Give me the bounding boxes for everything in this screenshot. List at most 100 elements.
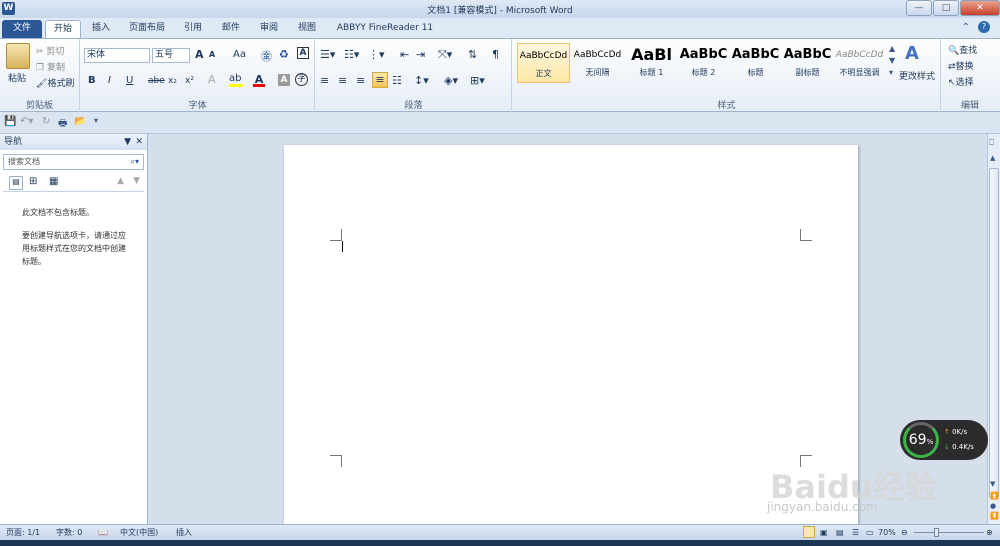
web-layout-icon[interactable]: ▤ (836, 525, 844, 540)
bullets-icon[interactable]: ☰▾ (320, 48, 335, 61)
styles-scroll-icon[interactable]: ▲ ▼ ▾ (889, 43, 895, 79)
print-layout-icon[interactable] (803, 526, 815, 538)
multilevel-list-icon[interactable]: ⋮▾ (368, 48, 385, 61)
clear-format-icon[interactable]: ♻ (279, 48, 289, 61)
style-title[interactable]: AaBbC 标题 (729, 43, 782, 83)
outline-icon[interactable]: ☰ (852, 525, 859, 540)
full-screen-icon[interactable]: ▣ (820, 525, 828, 540)
zoom-slider-thumb[interactable] (934, 528, 939, 537)
zoom-in-icon[interactable]: ⊕ (986, 525, 993, 540)
strikethrough-button[interactable]: abe (148, 76, 165, 86)
previous-icon[interactable]: ▲ (117, 176, 124, 186)
font-size-combo[interactable]: 五号 (152, 48, 190, 63)
align-left-icon[interactable]: ≡ (320, 74, 329, 87)
style-no-spacing[interactable]: AaBbCcDd 无间隔 (571, 43, 624, 83)
font-name-combo[interactable]: 宋体 (84, 48, 150, 63)
help-icon[interactable]: ? (978, 21, 990, 33)
align-right-icon[interactable]: ≡ (356, 74, 365, 87)
shrink-font-button[interactable]: A (209, 50, 215, 59)
tab-page-layout[interactable]: 页面布局 (124, 20, 170, 38)
numbering-icon[interactable]: ☷▾ (344, 48, 359, 61)
zoom-out-icon[interactable]: ⊖ (901, 525, 908, 540)
ruler-toggle-icon[interactable]: ⎕ (989, 138, 994, 148)
shading-icon[interactable]: ◈▾ (444, 74, 458, 87)
redo-icon[interactable]: ↻ (42, 116, 50, 127)
tab-mailings[interactable]: 邮件 (218, 20, 244, 38)
open-folder-icon[interactable]: 📂 (74, 116, 86, 127)
select-button[interactable]: ↖选择 (948, 75, 974, 88)
search-icon[interactable]: ⌕▾ (131, 155, 140, 169)
results-view-icon[interactable]: ▦ (49, 176, 58, 187)
style-subtitle[interactable]: AaBbC 副标题 (781, 43, 834, 83)
tab-abbyy[interactable]: ABBYY FineReader 11 (330, 20, 440, 38)
next-icon[interactable]: ▼ (133, 176, 140, 186)
tab-insert[interactable]: 插入 (88, 20, 114, 38)
find-button[interactable]: 🔍查找 (948, 43, 977, 56)
cut-button[interactable]: ✂ 剪切 (36, 44, 64, 57)
word-count[interactable]: 字数: 0 (56, 525, 82, 540)
character-shading-icon[interactable]: A (278, 74, 290, 86)
borders-icon[interactable]: ⊞▾ (470, 74, 485, 87)
replace-button[interactable]: ⇄替换 (948, 59, 974, 72)
phonetic-guide-icon[interactable]: ㊎ (261, 48, 272, 64)
close-button[interactable]: ✕ (960, 0, 1000, 16)
sort-icon[interactable]: ⇅ (468, 48, 477, 61)
change-styles-icon[interactable]: A (905, 43, 919, 64)
minimize-button[interactable]: — (906, 0, 932, 16)
copy-button[interactable]: ❐ 复制 (36, 60, 65, 73)
subscript-button[interactable]: x₂ (168, 76, 177, 86)
language[interactable]: 中文(中国) (120, 525, 158, 540)
decrease-indent-icon[interactable]: ⇤ (400, 48, 409, 61)
network-speed-widget[interactable]: 69% ↑ 0K/s ↓ 0.4K/s (900, 420, 988, 460)
style-subtle-emphasis[interactable]: AaBbCcDd 不明显强调 (833, 43, 886, 83)
style-normal[interactable]: AaBbCcDd 正文 (517, 43, 570, 83)
previous-page-icon[interactable]: ⏫ (990, 492, 999, 500)
scrollbar-thumb[interactable] (989, 168, 999, 498)
undo-icon[interactable]: ↶▾ (20, 116, 33, 127)
enclose-characters-icon[interactable]: 字 (295, 73, 308, 86)
tab-review[interactable]: 审阅 (256, 20, 282, 38)
print-icon[interactable]: 🖶 (58, 116, 67, 133)
justify-icon[interactable]: ≡ (372, 72, 388, 88)
save-icon[interactable]: 💾 (4, 116, 16, 127)
increase-indent-icon[interactable]: ⇥ (416, 48, 425, 61)
nav-options-icon[interactable]: ▼ (124, 134, 131, 150)
customize-qat-icon[interactable]: ▾ (94, 116, 98, 125)
vertical-scrollbar[interactable]: ⎕ ▲ ▼ ⏫ ● ⏬ (987, 134, 1000, 524)
zoom-level[interactable]: 70% (878, 525, 896, 540)
browse-object-icon[interactable]: ● (990, 502, 996, 510)
zoom-slider[interactable] (914, 532, 984, 533)
headings-view-icon[interactable]: ▤ (9, 176, 23, 190)
next-page-icon[interactable]: ⏬ (990, 512, 999, 520)
maximize-button[interactable]: □ (933, 0, 959, 16)
format-painter-button[interactable]: 🖌格式刷 (36, 76, 74, 89)
grow-font-button[interactable]: A (195, 48, 204, 61)
character-border-button[interactable]: A (297, 47, 309, 59)
tab-references[interactable]: 引用 (180, 20, 206, 38)
nav-search-input[interactable]: 搜索文档 ⌕▾ (3, 154, 144, 170)
tab-file[interactable]: 文件 (2, 20, 42, 38)
distributed-icon[interactable]: ☷ (392, 74, 402, 87)
paste-icon[interactable] (6, 43, 30, 69)
superscript-button[interactable]: x² (185, 76, 194, 86)
text-effects-icon[interactable]: A (208, 73, 216, 86)
change-styles-button[interactable]: 更改样式 (899, 69, 935, 82)
line-spacing-icon[interactable]: ↕▾ (414, 74, 429, 87)
italic-button[interactable]: I (108, 75, 111, 86)
show-marks-icon[interactable]: ¶ (492, 48, 499, 61)
minimize-ribbon-icon[interactable]: ⌃ (962, 22, 970, 33)
nav-close-icon[interactable]: ✕ (135, 134, 143, 150)
scroll-up-icon[interactable]: ▲ (990, 154, 995, 162)
highlight-icon[interactable]: ab (229, 73, 243, 87)
page-count[interactable]: 页面: 1/1 (6, 525, 40, 540)
scroll-down-icon[interactable]: ▼ (990, 480, 995, 488)
style-heading-2[interactable]: AaBbC 标题 2 (677, 43, 730, 83)
font-color-icon[interactable]: A (253, 73, 265, 87)
proofing-icon[interactable]: 📖 (98, 525, 108, 540)
style-heading-1[interactable]: AaBl 标题 1 (625, 43, 678, 83)
paste-button[interactable]: 粘贴 (8, 71, 26, 84)
insert-mode[interactable]: 插入 (176, 525, 192, 540)
tab-view[interactable]: 视图 (294, 20, 320, 38)
align-center-icon[interactable]: ≡ (338, 74, 347, 87)
tab-home[interactable]: 开始 (45, 20, 81, 38)
